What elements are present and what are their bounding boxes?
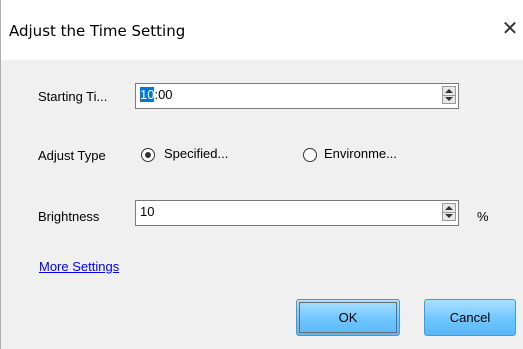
radio-specified[interactable] — [141, 148, 155, 162]
spin-down-icon[interactable] — [445, 97, 453, 101]
adjust-type-label: Adjust Type — [38, 148, 106, 163]
spin-up-icon[interactable] — [445, 89, 453, 93]
ok-button[interactable]: OK — [296, 299, 400, 336]
starting-time-value: 10:00 — [140, 87, 173, 102]
starting-time-label: Starting Ti... — [38, 89, 108, 104]
spin-up-icon[interactable] — [445, 206, 453, 210]
brightness-input[interactable]: 10 — [135, 200, 459, 226]
adjust-time-dialog: Adjust the Time Setting ✕ Starting Ti...… — [0, 0, 523, 349]
starting-time-spinner[interactable] — [442, 86, 456, 104]
spin-divider — [443, 212, 455, 213]
spin-divider — [443, 95, 455, 96]
brightness-unit: % — [477, 209, 489, 224]
starting-time-hour-selected: 10 — [140, 87, 155, 102]
radio-selected-dot — [145, 152, 151, 158]
radio-environment[interactable] — [303, 148, 317, 162]
brightness-value: 10 — [140, 204, 155, 219]
radio-environment-label[interactable]: Environme... — [324, 146, 397, 161]
title-bar: Adjust the Time Setting ✕ — [1, 0, 523, 60]
close-icon[interactable]: ✕ — [498, 16, 522, 42]
brightness-label: Brightness — [38, 209, 100, 224]
more-settings-link[interactable]: More Settings — [39, 259, 119, 274]
cancel-button[interactable]: Cancel — [424, 299, 516, 336]
spin-down-icon[interactable] — [445, 214, 453, 218]
starting-time-minutes: :00 — [154, 87, 173, 102]
dialog-title: Adjust the Time Setting — [9, 22, 186, 40]
radio-specified-label[interactable]: Specified... — [164, 146, 228, 161]
starting-time-input[interactable]: 10:00 — [135, 83, 459, 109]
brightness-spinner[interactable] — [442, 203, 456, 221]
